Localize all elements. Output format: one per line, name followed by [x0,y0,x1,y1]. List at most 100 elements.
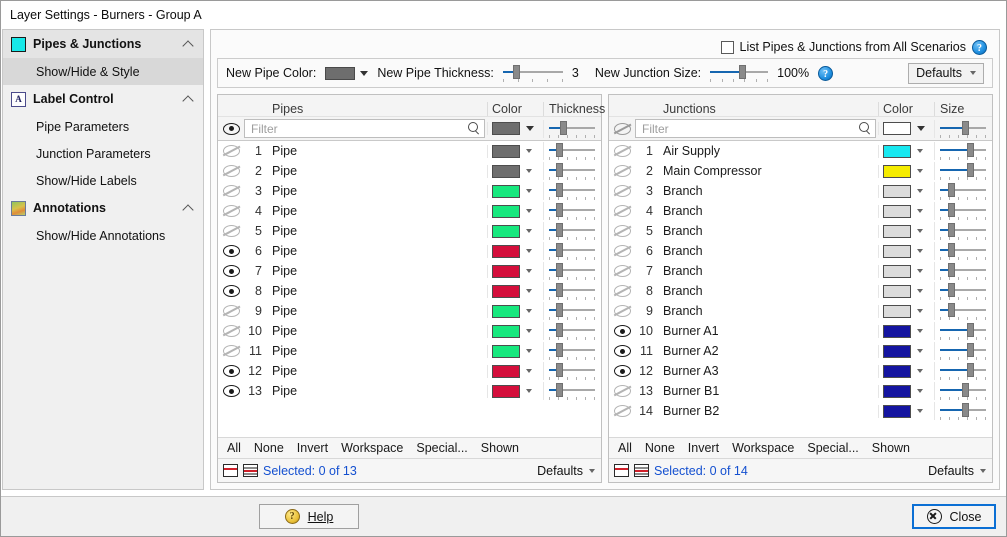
row-size-slider[interactable] [940,402,986,420]
junctions-action-all[interactable]: All [618,441,632,455]
eye-hidden-icon[interactable] [613,245,631,257]
eye-hidden-icon[interactable] [613,185,631,197]
pipes-action-all[interactable]: All [227,441,241,455]
eye-visible-icon[interactable] [222,365,240,377]
eye-visible-icon[interactable] [613,365,631,377]
table-row[interactable]: 4 Pipe [218,201,601,221]
new-junction-size-slider[interactable] [710,64,769,82]
row-size-slider[interactable] [549,242,595,260]
row-visibility-toggle[interactable] [609,225,635,237]
table-row[interactable]: 5 Pipe [218,221,601,241]
row-color-picker[interactable] [487,144,543,158]
junctions-filter-input[interactable] [640,120,858,137]
row-visibility-toggle[interactable] [218,165,244,177]
junctions-action-none[interactable]: None [645,441,675,455]
chevron-up-icon[interactable] [183,38,195,50]
row-size-slider[interactable] [940,342,986,360]
eye-hidden-icon[interactable] [613,145,631,157]
row-color-picker[interactable] [878,184,934,198]
eye-hidden-icon[interactable] [613,265,631,277]
junctions-filter-input-wrap[interactable] [635,119,876,138]
row-size-slider[interactable] [940,242,986,260]
row-size-slider[interactable] [940,162,986,180]
row-color-picker[interactable] [878,284,934,298]
row-visibility-toggle[interactable] [609,285,635,297]
row-color-picker[interactable] [878,204,934,218]
eye-visible-icon[interactable] [222,285,240,297]
row-size-slider[interactable] [549,142,595,160]
row-color-picker[interactable] [487,324,543,338]
junctions-action-special[interactable]: Special... [807,441,858,455]
eye-hidden-icon[interactable] [613,405,631,417]
row-visibility-toggle[interactable] [218,185,244,197]
sidebar-item-1-0[interactable]: Pipe Parameters [3,113,203,140]
pipes-action-special[interactable]: Special... [416,441,467,455]
eye-visible-icon[interactable] [613,345,631,357]
row-size-slider[interactable] [940,302,986,320]
table-row[interactable]: 12 Pipe [218,361,601,381]
row-color-picker[interactable] [487,204,543,218]
row-color-picker[interactable] [487,184,543,198]
close-button[interactable]: Close [912,504,996,529]
pipes-master-size-slider[interactable] [549,120,595,138]
row-size-slider[interactable] [940,362,986,380]
row-color-picker[interactable] [487,244,543,258]
sidebar-group-2[interactable]: Annotations [3,194,203,222]
row-color-picker[interactable] [487,384,543,398]
pipes-action-invert[interactable]: Invert [297,441,328,455]
row-color-picker[interactable] [878,404,934,418]
row-size-slider[interactable] [549,362,595,380]
row-color-picker[interactable] [878,344,934,358]
table-row[interactable]: 6 Pipe [218,241,601,261]
row-visibility-toggle[interactable] [609,365,635,377]
eye-hidden-icon[interactable] [613,225,631,237]
eye-visible-icon[interactable] [222,245,240,257]
eye-visible-icon[interactable] [613,325,631,337]
table-row[interactable]: 3 Branch [609,181,992,201]
row-visibility-toggle[interactable] [218,345,244,357]
row-visibility-toggle[interactable] [218,225,244,237]
eye-hidden-icon[interactable] [613,305,631,317]
row-size-slider[interactable] [549,262,595,280]
eye-hidden-icon[interactable] [613,165,631,177]
row-color-picker[interactable] [878,264,934,278]
eye-hidden-icon[interactable] [222,205,240,217]
junctions-master-size-slider[interactable] [940,120,986,138]
row-size-slider[interactable] [549,302,595,320]
junctions-defaults-button[interactable]: Defaults [928,464,986,478]
row-visibility-toggle[interactable] [609,385,635,397]
help-info-icon[interactable]: ? [972,39,987,55]
row-size-slider[interactable] [940,382,986,400]
row-visibility-toggle[interactable] [609,405,635,417]
table-row[interactable]: 13 Pipe [218,381,601,401]
row-visibility-toggle[interactable] [218,385,244,397]
table-row[interactable]: 11 Pipe [218,341,601,361]
chevron-up-icon[interactable] [183,93,195,105]
select-multiple-rows-icon[interactable] [634,464,649,477]
select-single-row-icon[interactable] [223,464,238,477]
table-row[interactable]: 6 Branch [609,241,992,261]
sidebar-item-2-0[interactable]: Show/Hide Annotations [3,222,203,249]
table-row[interactable]: 7 Branch [609,261,992,281]
table-row[interactable]: 9 Pipe [218,301,601,321]
row-visibility-toggle[interactable] [609,325,635,337]
eye-hidden-icon[interactable] [613,122,631,135]
row-visibility-toggle[interactable] [218,285,244,297]
eye-hidden-icon[interactable] [222,185,240,197]
row-color-picker[interactable] [878,244,934,258]
table-row[interactable]: 5 Branch [609,221,992,241]
row-size-slider[interactable] [549,382,595,400]
row-visibility-toggle[interactable] [218,265,244,277]
row-color-picker[interactable] [878,304,934,318]
eye-hidden-icon[interactable] [222,325,240,337]
row-visibility-toggle[interactable] [218,305,244,317]
table-row[interactable]: 10 Pipe [218,321,601,341]
table-row[interactable]: 13 Burner B1 [609,381,992,401]
row-visibility-toggle[interactable] [609,305,635,317]
row-color-picker[interactable] [878,324,934,338]
row-size-slider[interactable] [940,322,986,340]
table-row[interactable]: 11 Burner A2 [609,341,992,361]
junctions-master-visibility-toggle[interactable] [609,122,635,135]
row-visibility-toggle[interactable] [609,205,635,217]
junctions-action-invert[interactable]: Invert [688,441,719,455]
